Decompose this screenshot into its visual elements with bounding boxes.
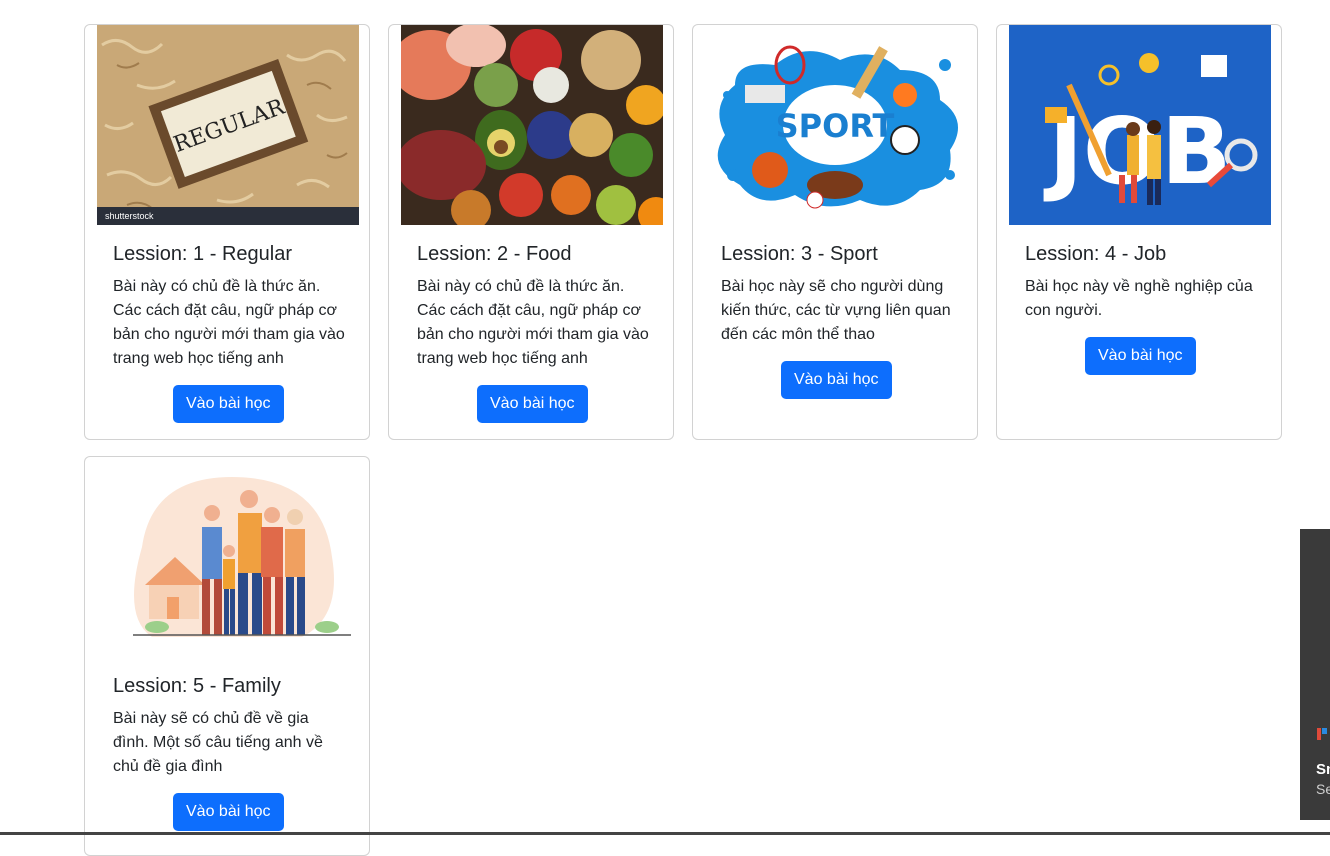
side-popup-panel[interactable]: Sn Se (1300, 529, 1330, 820)
lesson-title: Lession: 5 - Family (113, 675, 281, 697)
enter-lesson-button[interactable]: Vào bài học (477, 385, 588, 423)
lesson-image-family (97, 457, 359, 657)
lesson-description: Bài học này sẽ cho người dùng kiến thức,… (721, 278, 951, 343)
lesson-title: Lession: 2 - Food (417, 243, 572, 265)
enter-lesson-button[interactable]: Vào bài học (1085, 337, 1196, 375)
lesson-image-food (401, 25, 663, 225)
svg-text:shutterstock: shutterstock (105, 211, 154, 221)
side-panel-subtitle: Se (1316, 781, 1330, 797)
enter-lesson-button[interactable]: Vào bài học (781, 361, 892, 399)
lesson-card-1: REGULAR shutterstock Lession: 1 - Regula… (84, 24, 370, 440)
regular-illustration: REGULAR shutterstock (97, 25, 359, 225)
lesson-card-2: Lession: 2 - Food Bài này có chủ đề là t… (388, 24, 674, 440)
lesson-description: Bài này sẽ có chủ đề về gia đình. Một số… (113, 710, 323, 775)
lesson-description: Bài này có chủ đề là thức ăn. Các cách đ… (113, 278, 345, 367)
food-illustration (401, 25, 663, 225)
lesson-image-sport: SPORT (705, 25, 967, 225)
svg-text:SPORT: SPORT (776, 107, 895, 145)
lesson-title: Lession: 4 - Job (1025, 243, 1167, 265)
lesson-description: Bài này có chủ đề là thức ăn. Các cách đ… (417, 278, 649, 367)
lesson-image-regular: REGULAR shutterstock (97, 25, 359, 225)
lesson-title: Lession: 3 - Sport (721, 243, 878, 265)
family-illustration (97, 457, 359, 657)
lesson-image-job: JOB (1009, 25, 1271, 225)
lesson-description: Bài học này về nghề nghiệp của con người… (1025, 278, 1253, 319)
app-logo-icon (1317, 728, 1327, 740)
side-panel-title: Sn (1316, 761, 1330, 778)
lesson-card-4: JOB Lession: 4 - Job Bài học này về nghề… (996, 24, 1282, 440)
lesson-card-5: Lession: 5 - Family Bài này sẽ có chủ đề… (84, 456, 370, 856)
lesson-card-3: SPORT Lession: 3 - Sport Bài học này sẽ … (692, 24, 978, 440)
lesson-title: Lession: 1 - Regular (113, 243, 292, 265)
job-illustration: JOB (1009, 25, 1271, 225)
sport-illustration: SPORT (705, 25, 967, 225)
enter-lesson-button[interactable]: Vào bài học (173, 385, 284, 423)
enter-lesson-button[interactable]: Vào bài học (173, 793, 284, 831)
